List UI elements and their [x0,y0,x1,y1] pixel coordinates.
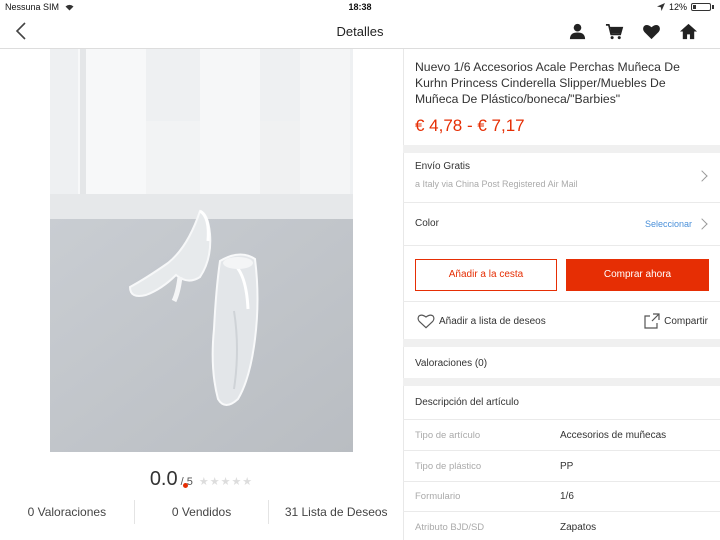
spec-value: PP [560,461,574,472]
share-icon [644,313,660,329]
nav-bar: Detalles [0,14,720,49]
spec-label: Formulario [415,491,461,502]
color-select-link[interactable]: Seleccionar [645,219,692,229]
rating-stars: ★★★★★ [198,476,254,488]
share-button[interactable]: Compartir [644,313,708,329]
add-to-cart-button[interactable]: Añadir a la cesta [415,259,557,291]
stats-row: 0 Valoraciones 0 Vendidos 31 Lista de De… [0,500,403,524]
buy-now-button[interactable]: Comprar ahora [566,259,709,291]
product-title: Nuevo 1/6 Accesorios Acale Perchas Muñec… [415,60,680,106]
product-detail-panel: Nuevo 1/6 Accesorios Acale Perchas Muñec… [403,49,720,540]
home-icon[interactable] [679,22,698,41]
nav-icons [568,22,698,41]
shipping-detail: a Italy via China Post Registered Air Ma… [415,179,578,189]
spec-value: Zapatos [560,522,597,533]
location-icon [656,3,665,11]
battery-percent: 12% [668,2,687,12]
rating-summary: 0.0/ 5 ★★★★★ [0,468,403,491]
color-label: Color [415,218,439,229]
battery-tip [712,5,714,9]
spec-label: Tipo de plástico [415,461,482,472]
spec-value: 1/6 [560,491,574,502]
divider [403,419,720,420]
product-photo[interactable] [50,49,353,452]
spec-label: Tipo de artículo [415,430,481,441]
rating-max: / 5 [180,476,193,488]
heart-outline-icon [417,314,435,329]
column-divider [403,49,404,540]
divider [403,245,720,246]
product-gallery-panel: 0.0/ 5 ★★★★★ 0 Valoraciones 0 Vendidos 31… [0,49,403,540]
chevron-right-icon [696,218,708,230]
chevron-right-icon [696,170,708,182]
status-time: 18:38 [348,2,372,12]
wishlist-label: Añadir a lista de deseos [439,315,546,327]
heart-icon[interactable] [642,22,661,41]
battery-icon [691,3,711,11]
share-label: Compartir [664,315,708,327]
cart-icon[interactable] [605,22,624,41]
divider [403,481,720,482]
status-right: 12% [656,2,714,12]
section-gap [403,339,720,347]
reviews-section-label[interactable]: Valoraciones (0) [415,358,487,369]
divider [403,450,720,451]
section-gap [403,145,720,153]
product-price: € 4,78 - € 7,17 [415,116,525,135]
spec-label: Atributo BJD/SD [415,522,485,533]
rating-score: 0.0 [149,468,178,490]
stat-wishlist: 31 Lista de Deseos [284,505,388,519]
description-header: Descripción del artículo [415,397,519,408]
divider [403,301,720,302]
add-to-wishlist-button[interactable]: Añadir a lista de deseos [417,313,546,329]
spec-value: Accesorios de muñecas [560,430,667,441]
divider [403,511,720,512]
stat-reviews[interactable]: 0 Valoraciones [0,500,135,524]
shipping-label: Envío Gratis [415,161,471,172]
divider [403,202,720,203]
stat-sold: 0 Vendidos [135,500,270,524]
section-gap [403,378,720,386]
user-icon[interactable] [568,22,587,41]
status-bar: Nessuna SIM 18:38 12% [0,0,720,14]
